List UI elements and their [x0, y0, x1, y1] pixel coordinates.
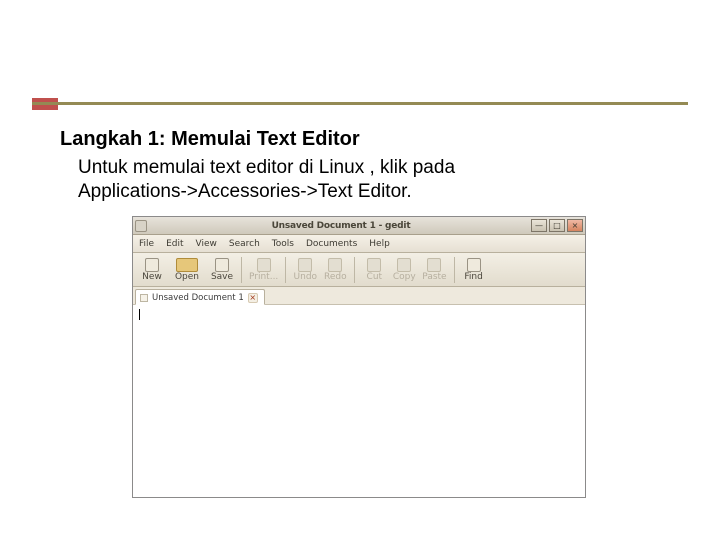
tab-label: Unsaved Document 1 [152, 293, 244, 303]
slide-divider [32, 102, 688, 105]
menubar: File Edit View Search Tools Documents He… [133, 235, 585, 253]
tabbar: Unsaved Document 1 × [133, 287, 585, 305]
titlebar[interactable]: Unsaved Document 1 - gedit — □ × [133, 217, 585, 235]
menu-file[interactable]: File [139, 239, 154, 249]
open-folder-icon [176, 258, 198, 272]
clipboard-icon [427, 258, 441, 272]
print-button[interactable]: Print... [246, 257, 281, 283]
step-body: Untuk memulai text editor di Linux , kli… [78, 156, 455, 205]
body-line-1: Untuk memulai text editor di Linux , kli… [78, 157, 455, 178]
redo-icon [328, 258, 342, 272]
save-disk-icon [215, 258, 229, 272]
menu-tools[interactable]: Tools [272, 239, 294, 249]
new-button[interactable]: New [137, 257, 167, 283]
paste-label: Paste [422, 272, 446, 282]
save-button[interactable]: Save [207, 257, 237, 283]
menu-help[interactable]: Help [369, 239, 390, 249]
editor-area[interactable] [133, 305, 585, 497]
menu-documents[interactable]: Documents [306, 239, 357, 249]
document-tab[interactable]: Unsaved Document 1 × [135, 289, 265, 305]
menu-edit[interactable]: Edit [166, 239, 183, 249]
toolbar-separator [285, 257, 286, 283]
new-file-icon [145, 258, 159, 272]
redo-button[interactable]: Redo [320, 257, 350, 283]
copy-icon [397, 258, 411, 272]
find-button[interactable]: Find [459, 257, 489, 283]
close-icon: × [572, 222, 579, 230]
app-icon [135, 220, 147, 232]
step-heading: Langkah 1: Memulai Text Editor [60, 128, 360, 151]
open-label: Open [175, 272, 199, 282]
print-label: Print... [249, 272, 278, 282]
toolbar: New Open Save Print... Undo Redo Cut [133, 253, 585, 287]
toolbar-separator [354, 257, 355, 283]
save-label: Save [211, 272, 233, 282]
printer-icon [257, 258, 271, 272]
find-label: Find [464, 272, 482, 282]
document-icon [140, 294, 148, 302]
undo-button[interactable]: Undo [290, 257, 320, 283]
text-caret [139, 309, 140, 320]
tab-close-button[interactable]: × [248, 293, 258, 303]
undo-icon [298, 258, 312, 272]
minimize-button[interactable]: — [531, 219, 547, 232]
body-line-2: Applications->Accessories->Text Editor. [78, 181, 412, 202]
minimize-icon: — [535, 222, 543, 230]
close-button[interactable]: × [567, 219, 583, 232]
toolbar-separator [454, 257, 455, 283]
maximize-button[interactable]: □ [549, 219, 565, 232]
redo-label: Redo [324, 272, 347, 282]
cut-label: Cut [367, 272, 383, 282]
close-icon: × [249, 294, 256, 302]
menu-search[interactable]: Search [229, 239, 260, 249]
undo-label: Undo [294, 272, 318, 282]
search-icon [467, 258, 481, 272]
copy-label: Copy [393, 272, 416, 282]
paste-button[interactable]: Paste [419, 257, 449, 283]
toolbar-separator [241, 257, 242, 283]
menu-view[interactable]: View [196, 239, 217, 249]
scissors-icon [367, 258, 381, 272]
open-button[interactable]: Open [167, 257, 207, 283]
copy-button[interactable]: Copy [389, 257, 419, 283]
maximize-icon: □ [553, 222, 561, 230]
cut-button[interactable]: Cut [359, 257, 389, 283]
gedit-window: Unsaved Document 1 - gedit — □ × File Ed… [132, 216, 586, 498]
new-label: New [142, 272, 162, 282]
window-title: Unsaved Document 1 - gedit [151, 221, 531, 231]
